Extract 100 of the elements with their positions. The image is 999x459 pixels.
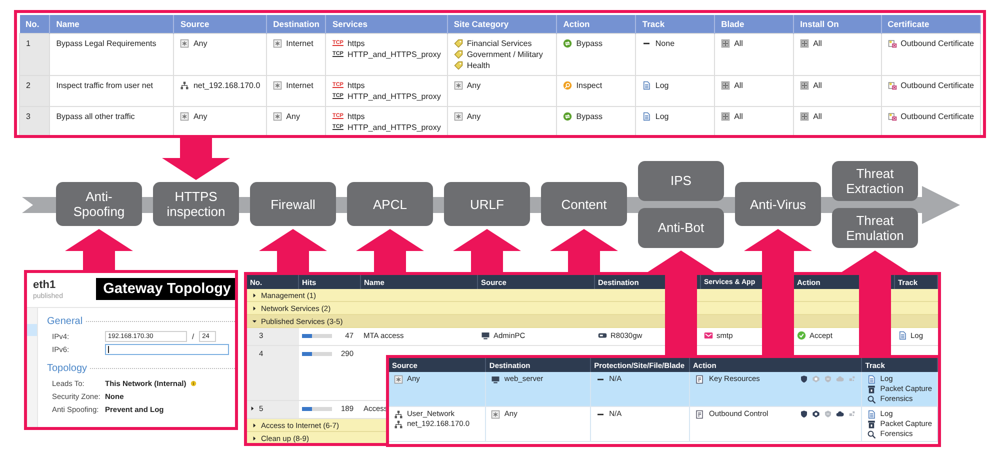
cell-text: Bypass all other traffic xyxy=(56,111,135,122)
magnifier-icon xyxy=(867,394,876,404)
pipeline-stage: Anti-Spoofing xyxy=(56,182,142,226)
column-header: Source xyxy=(174,15,267,34)
hits-bar xyxy=(302,406,332,410)
document-icon xyxy=(642,81,652,90)
check-circle-icon xyxy=(796,331,806,340)
document-icon xyxy=(898,331,906,340)
section-heading: General xyxy=(47,316,83,327)
row-number: 3 xyxy=(26,111,30,122)
interface-name: eth1 xyxy=(33,279,57,291)
circle-arrow-icon xyxy=(563,39,572,48)
cell-text: All xyxy=(734,38,743,49)
hits-bar xyxy=(302,334,332,338)
certificate-icon xyxy=(888,81,897,90)
grid-icon xyxy=(800,112,810,121)
column-header: Certificate xyxy=(881,15,980,34)
cell-text: Any xyxy=(286,111,300,122)
certificate-icon xyxy=(888,39,897,48)
asterisk-icon xyxy=(180,112,190,121)
cell-text: Bypass xyxy=(576,38,603,49)
hits-bar xyxy=(302,352,332,356)
monitor-icon xyxy=(491,374,500,384)
box-icon xyxy=(867,420,876,428)
document-icon xyxy=(867,374,876,384)
grid-icon xyxy=(721,81,730,90)
column-header: Site Category xyxy=(447,15,557,34)
envelope-icon xyxy=(704,331,712,340)
ip-field[interactable] xyxy=(105,344,229,354)
row-number: 2 xyxy=(26,80,30,91)
box-icon xyxy=(867,384,876,394)
service-name: https xyxy=(347,111,365,122)
column-header: No. xyxy=(20,15,50,34)
pipeline-stage: Threat Extraction xyxy=(832,160,918,200)
column-header: Track xyxy=(636,15,715,34)
cell-text: All xyxy=(813,80,822,91)
service-name: HTTP_and_HTTPS_proxy xyxy=(347,49,441,60)
pipeline-stage: HTTPS inspection xyxy=(153,182,239,226)
column-header: Action xyxy=(556,15,636,34)
pipeline-stage: Content xyxy=(541,182,627,226)
cell-text: Log xyxy=(655,80,669,91)
cell-text: All xyxy=(813,111,822,122)
asterisk-icon xyxy=(454,112,463,121)
asterisk-icon xyxy=(180,39,190,48)
service-name: HTTP_and_HTTPS_proxy xyxy=(347,122,441,133)
cell-text: Internet xyxy=(286,38,314,49)
certificate-icon xyxy=(888,112,897,121)
asterisk-icon xyxy=(273,112,282,121)
network-icon xyxy=(394,410,403,418)
cell-text: All xyxy=(813,38,822,49)
asterisk-icon xyxy=(394,374,403,384)
asterisk-icon xyxy=(454,81,463,90)
cell-text: All xyxy=(734,111,743,122)
cell-text: Bypass xyxy=(576,111,603,122)
cell-text: Any xyxy=(193,38,208,49)
column-header: Destination xyxy=(266,15,326,34)
cell-text: Outbound Certificate xyxy=(900,80,974,91)
pipeline-stage: Firewall xyxy=(250,182,336,226)
tag-icon xyxy=(454,39,463,48)
network-icon xyxy=(394,420,403,428)
pipeline-stage: Anti-Virus xyxy=(735,182,821,226)
list-document-icon xyxy=(695,410,704,418)
section-heading: Topology xyxy=(47,363,88,374)
cell-text: Outbound Certificate xyxy=(900,38,974,49)
cell-text: Inspect traffic from user net xyxy=(56,80,153,91)
cell-text: All xyxy=(734,80,743,91)
grid-icon xyxy=(800,39,810,48)
grid-icon xyxy=(721,39,730,48)
title-banner: Gateway Topology xyxy=(96,278,235,300)
service-name: https xyxy=(347,80,365,91)
pipeline-stage: IPS xyxy=(638,160,724,200)
column-header: Blade xyxy=(714,15,794,34)
cell-text: Any xyxy=(466,80,481,91)
cell-text: Financial Services xyxy=(466,38,532,49)
cell-text: Health xyxy=(466,60,490,71)
cell-text: Inspect xyxy=(576,80,602,91)
list-document-icon xyxy=(695,374,704,384)
column-header: Services xyxy=(326,15,448,34)
cell-text: Bypass Legal Requirements xyxy=(56,38,156,49)
pipeline-stage: Anti-Bot xyxy=(638,208,724,248)
pipeline-stage: APCL xyxy=(347,182,433,226)
grid-icon xyxy=(721,112,730,121)
cell-text: Any xyxy=(193,111,208,122)
asterisk-icon xyxy=(273,81,282,90)
asterisk-icon xyxy=(491,410,500,418)
monitor-icon xyxy=(480,331,490,340)
pipeline-stage: Threat Emulation xyxy=(832,208,918,248)
magnifier-icon xyxy=(867,430,876,438)
cell-text: Log xyxy=(655,111,669,122)
circle-arrow-icon xyxy=(563,112,572,121)
magnifier-icon xyxy=(563,81,572,90)
cell-text: net_192.168.170.0 xyxy=(193,80,260,91)
column-header: Name xyxy=(50,15,174,34)
cell-text: Any xyxy=(466,111,481,122)
router-icon xyxy=(598,331,606,340)
pipeline-stage: URLF xyxy=(444,182,530,226)
service-name: HTTP_and_HTTPS_proxy xyxy=(347,91,441,102)
cell-text: None xyxy=(655,38,675,49)
tag-icon xyxy=(454,50,463,59)
grid-icon xyxy=(800,81,810,90)
